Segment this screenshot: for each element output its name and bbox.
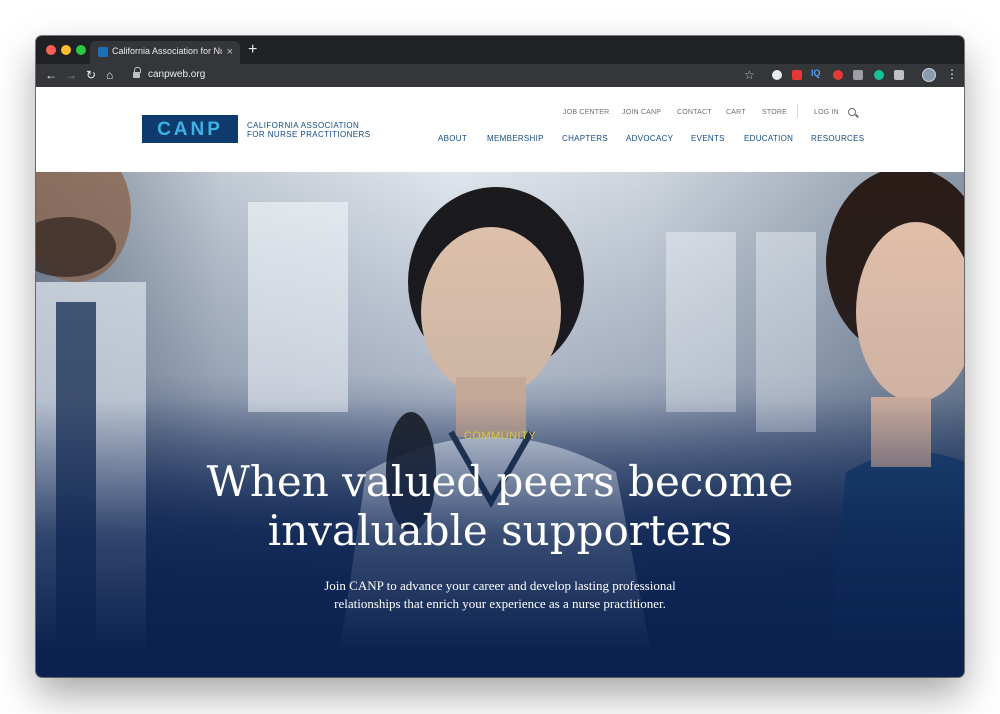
forward-icon[interactable]: → xyxy=(65,67,77,83)
utility-divider xyxy=(797,104,798,118)
login-link[interactable]: LOG IN xyxy=(814,109,839,116)
logo-text-line1: CALIFORNIA ASSOCIATION xyxy=(247,121,360,130)
back-icon[interactable]: ← xyxy=(45,67,57,83)
logo-tagline: CALIFORNIA ASSOCIATION FOR NURSE PRACTIT… xyxy=(247,121,370,139)
home-icon[interactable]: ⌂ xyxy=(106,67,113,83)
tab-active[interactable]: California Association for Nurse Practit… xyxy=(90,41,240,64)
minimize-window-button[interactable] xyxy=(61,45,71,55)
browser-window: California Association for Nurse Practit… xyxy=(36,36,964,677)
hero-title-line1: When valued peers become xyxy=(206,457,794,506)
nav-about[interactable]: ABOUT xyxy=(438,134,467,143)
reload-icon[interactable]: ↻ xyxy=(86,67,96,83)
close-window-button[interactable] xyxy=(46,45,56,55)
hero-eyebrow-label: COMMUNITY xyxy=(463,430,537,442)
lock-icon xyxy=(133,67,141,79)
record-extension-icon[interactable] xyxy=(792,70,802,80)
hero-body-line1: Join CANP to advance your career and dev… xyxy=(324,578,676,593)
hero-description: Join CANP to advance your career and dev… xyxy=(36,577,964,613)
address-bar[interactable]: canpweb.org xyxy=(130,66,750,85)
nav-events[interactable]: EVENTS xyxy=(691,134,725,143)
grammarly-extension-icon[interactable] xyxy=(874,70,884,80)
nav-advocacy[interactable]: ADVOCACY xyxy=(626,134,673,143)
maximize-window-button[interactable] xyxy=(76,45,86,55)
nav-education[interactable]: EDUCATION xyxy=(744,134,793,143)
nav-chapters[interactable]: CHAPTERS xyxy=(562,134,608,143)
web-page: CANP CALIFORNIA ASSOCIATION FOR NURSE PR… xyxy=(36,87,964,677)
circle-extension-icon[interactable] xyxy=(772,70,782,80)
hero-body-line2: relationships that enrich your experienc… xyxy=(334,596,666,611)
utility-nav-cart[interactable]: CART xyxy=(726,109,746,116)
url-text: canpweb.org xyxy=(148,69,206,80)
key-extension-icon[interactable] xyxy=(853,70,863,80)
utility-nav-contact[interactable]: CONTACT xyxy=(677,109,712,116)
logo-wordmark: CANP xyxy=(157,119,223,140)
hero-banner: COMMUNITY When valued peers become inval… xyxy=(36,172,964,677)
tab-title: California Association for Nurse Practit… xyxy=(112,46,222,56)
utility-nav-job-center[interactable]: JOB CENTER xyxy=(563,109,609,116)
site-header: CANP CALIFORNIA ASSOCIATION FOR NURSE PR… xyxy=(36,87,964,172)
favicon-icon xyxy=(98,47,108,57)
profile-avatar[interactable] xyxy=(922,68,936,82)
new-tab-button[interactable]: + xyxy=(248,41,257,59)
nav-membership[interactable]: MEMBERSHIP xyxy=(487,134,544,143)
notification-extension-icon[interactable] xyxy=(833,70,843,80)
nav-resources[interactable]: RESOURCES xyxy=(811,134,864,143)
camera-extension-icon[interactable] xyxy=(894,70,904,80)
bookmark-star-icon[interactable]: ☆ xyxy=(744,67,755,83)
tab-close-icon[interactable]: × xyxy=(227,45,233,59)
search-icon[interactable] xyxy=(848,108,856,116)
hero-title: When valued peers become invaluable supp… xyxy=(36,457,964,555)
canp-logo[interactable]: CANP xyxy=(142,115,238,143)
tab-strip: California Association for Nurse Practit… xyxy=(36,36,964,64)
utility-nav-join-canp[interactable]: JOIN CANP xyxy=(622,109,661,116)
hero-title-line2: invaluable supporters xyxy=(267,506,733,555)
browser-toolbar: ← → ↻ ⌂ canpweb.org ☆ IQ ⋮ xyxy=(36,64,964,87)
iq-extension-icon[interactable]: IQ xyxy=(811,68,821,78)
logo-text-line2: FOR NURSE PRACTITIONERS xyxy=(247,130,371,139)
browser-menu-icon[interactable]: ⋮ xyxy=(946,66,958,82)
utility-nav-store[interactable]: STORE xyxy=(762,109,787,116)
